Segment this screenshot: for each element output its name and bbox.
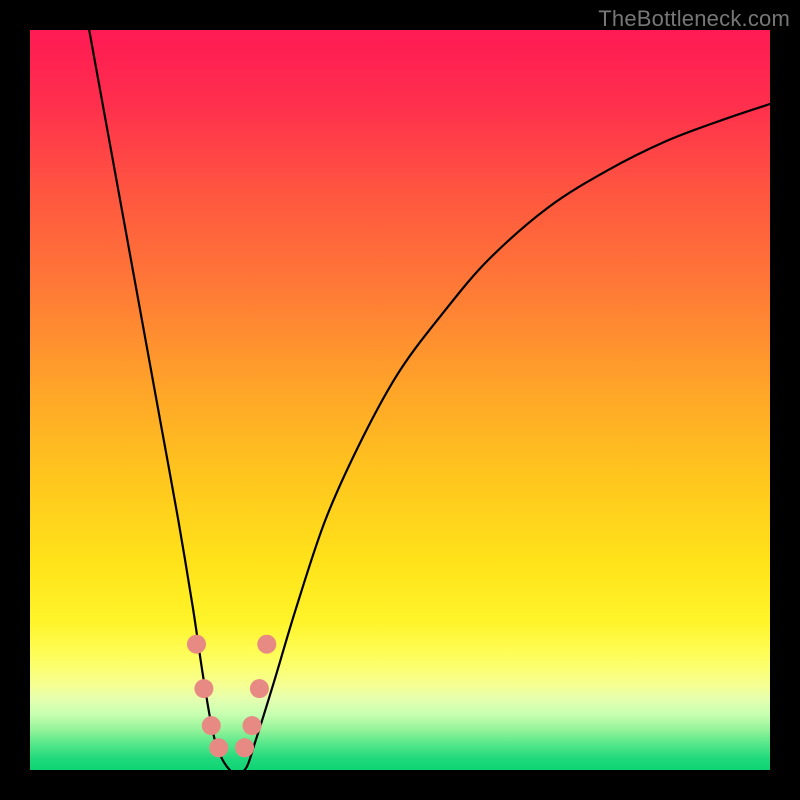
chart-frame: TheBottleneck.com	[0, 0, 800, 800]
background-gradient	[30, 30, 770, 770]
plot-area	[30, 30, 770, 770]
watermark-text: TheBottleneck.com	[598, 6, 790, 32]
